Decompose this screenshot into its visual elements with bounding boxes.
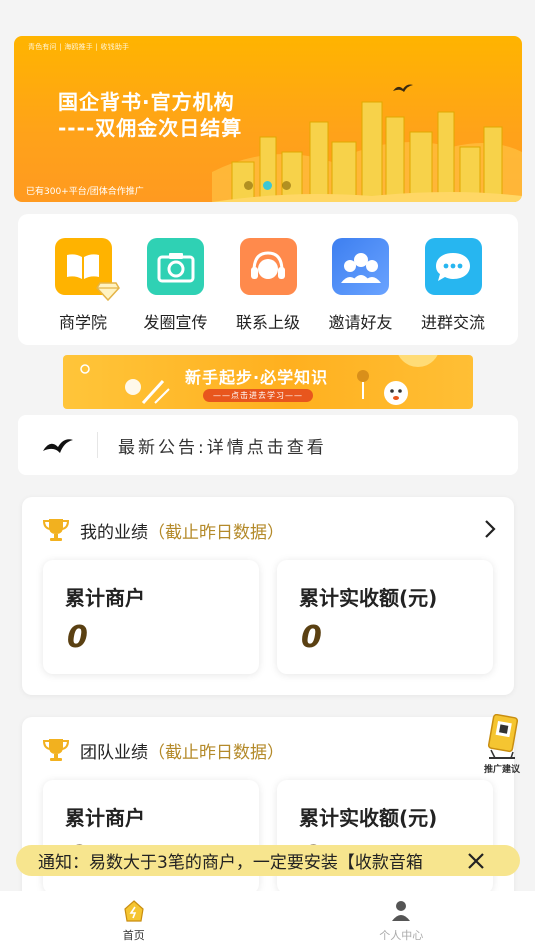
marquee-text: 通知：易数大于3笔的商户，一定要安装【收款音箱 (38, 853, 423, 873)
stat-merchants: 累计商户 0 (43, 560, 259, 674)
trophy-icon (42, 519, 70, 541)
users-icon (332, 238, 389, 295)
stat-label: 累计实收额(元) (299, 806, 438, 830)
learn-title: 新手起步·必学知识 (185, 368, 329, 387)
learn-banner[interactable]: 新手起步·必学知识 ——点击进去学习—— (63, 355, 473, 409)
chevron-right-icon[interactable] (484, 519, 496, 539)
banner-footer: 已有300+平台/团体合作推广 (26, 187, 144, 197)
mascot-icon (384, 381, 408, 405)
menu-item-join-group[interactable]: 进群交流 (416, 238, 490, 345)
stat-value: 0 (67, 620, 88, 655)
learn-subtitle: ——点击进去学习—— (203, 389, 313, 402)
close-icon[interactable] (466, 851, 486, 871)
banner-headline-1: 国企背书·官方机构 (58, 90, 235, 114)
stat-label: 累计实收额(元) (299, 586, 438, 610)
trophy-icon (42, 739, 70, 761)
my-performance-note: （截止昨日数据） (148, 522, 284, 543)
bottom-tab-bar: 首页 个人中心 (0, 891, 535, 951)
menu-label: 联系上级 (235, 313, 300, 332)
utensils-icon (125, 379, 170, 405)
book-icon (54, 238, 120, 301)
tab-label: 个人中心 (379, 929, 424, 942)
menu-item-contact-superior[interactable]: 联系上级 (231, 238, 305, 345)
my-performance-card[interactable]: 我的业绩 （截止昨日数据） 累计商户 0 累计实收额(元) 0 (22, 497, 514, 695)
team-performance-card[interactable]: 团队业绩 （截止昨日数据） 累计商户 0 累计实收额(元) 0 (22, 717, 514, 917)
notification-marquee[interactable]: 通知：易数大于3笔的商户，一定要安装【收款音箱 (16, 845, 520, 876)
my-performance-title: 我的业绩 (80, 522, 148, 543)
tab-profile[interactable]: 个人中心 (268, 891, 535, 951)
stat-merchants: 累计商户 0 (43, 780, 259, 894)
promo-banner[interactable]: 青色有问 | 海鸥推手 | 收钱助手 国企背书·官方机构 ----双佣金次日结算… (14, 36, 522, 202)
menu-item-share[interactable]: 发圈宣传 (139, 238, 213, 345)
tab-home[interactable]: 首页 (0, 891, 268, 951)
stat-label: 累计商户 (65, 586, 145, 610)
stat-revenue: 累计实收额(元) 0 (277, 560, 493, 674)
home-icon (124, 900, 144, 922)
user-icon (392, 901, 411, 921)
team-performance-note: （截止昨日数据） (148, 742, 284, 763)
my-performance-header: 我的业绩 （截止昨日数据） (42, 517, 284, 543)
pagination-dot-active[interactable] (263, 181, 272, 190)
banner-pagination[interactable] (244, 181, 291, 190)
qr-stand-icon (487, 714, 519, 759)
camera-icon (147, 238, 204, 295)
team-performance-header: 团队业绩 （截止昨日数据） (42, 737, 284, 763)
menu-label: 进群交流 (420, 313, 485, 332)
announcement-text: 最新公告:详情点击查看 (118, 437, 327, 458)
menu-item-invite-friends[interactable]: 邀请好友 (324, 238, 398, 345)
menu-item-business-school[interactable]: 商学院 (46, 238, 120, 345)
sun-icon (80, 364, 90, 374)
stat-label: 累计商户 (65, 806, 145, 830)
pagination-dot[interactable] (282, 181, 291, 190)
menu-label: 发圈宣传 (143, 313, 208, 332)
headset-icon (239, 238, 297, 295)
menu-label: 商学院 (58, 313, 107, 332)
stat-value: 0 (301, 620, 322, 655)
quick-menu: 商学院 发圈宣传 联系上级 邀请好友 进群交流 (18, 214, 518, 345)
pagination-dot[interactable] (244, 181, 253, 190)
suggest-label: 推广建议 (483, 765, 520, 775)
stat-revenue: 累计实收额(元) 0 (277, 780, 493, 894)
menu-label: 邀请好友 (328, 313, 393, 332)
banner-tags: 青色有问 | 海鸥推手 | 收钱助手 (28, 43, 130, 51)
microphone-icon (357, 370, 369, 399)
sun-decoration (398, 355, 438, 367)
chat-icon (424, 238, 482, 295)
team-performance-title: 团队业绩 (80, 742, 148, 763)
promotion-suggestion-button[interactable]: 推广建议 (480, 714, 524, 775)
bird-icon (18, 432, 98, 458)
tab-label: 首页 (122, 929, 145, 942)
announcement-bar[interactable]: 最新公告:详情点击查看 (18, 415, 518, 475)
